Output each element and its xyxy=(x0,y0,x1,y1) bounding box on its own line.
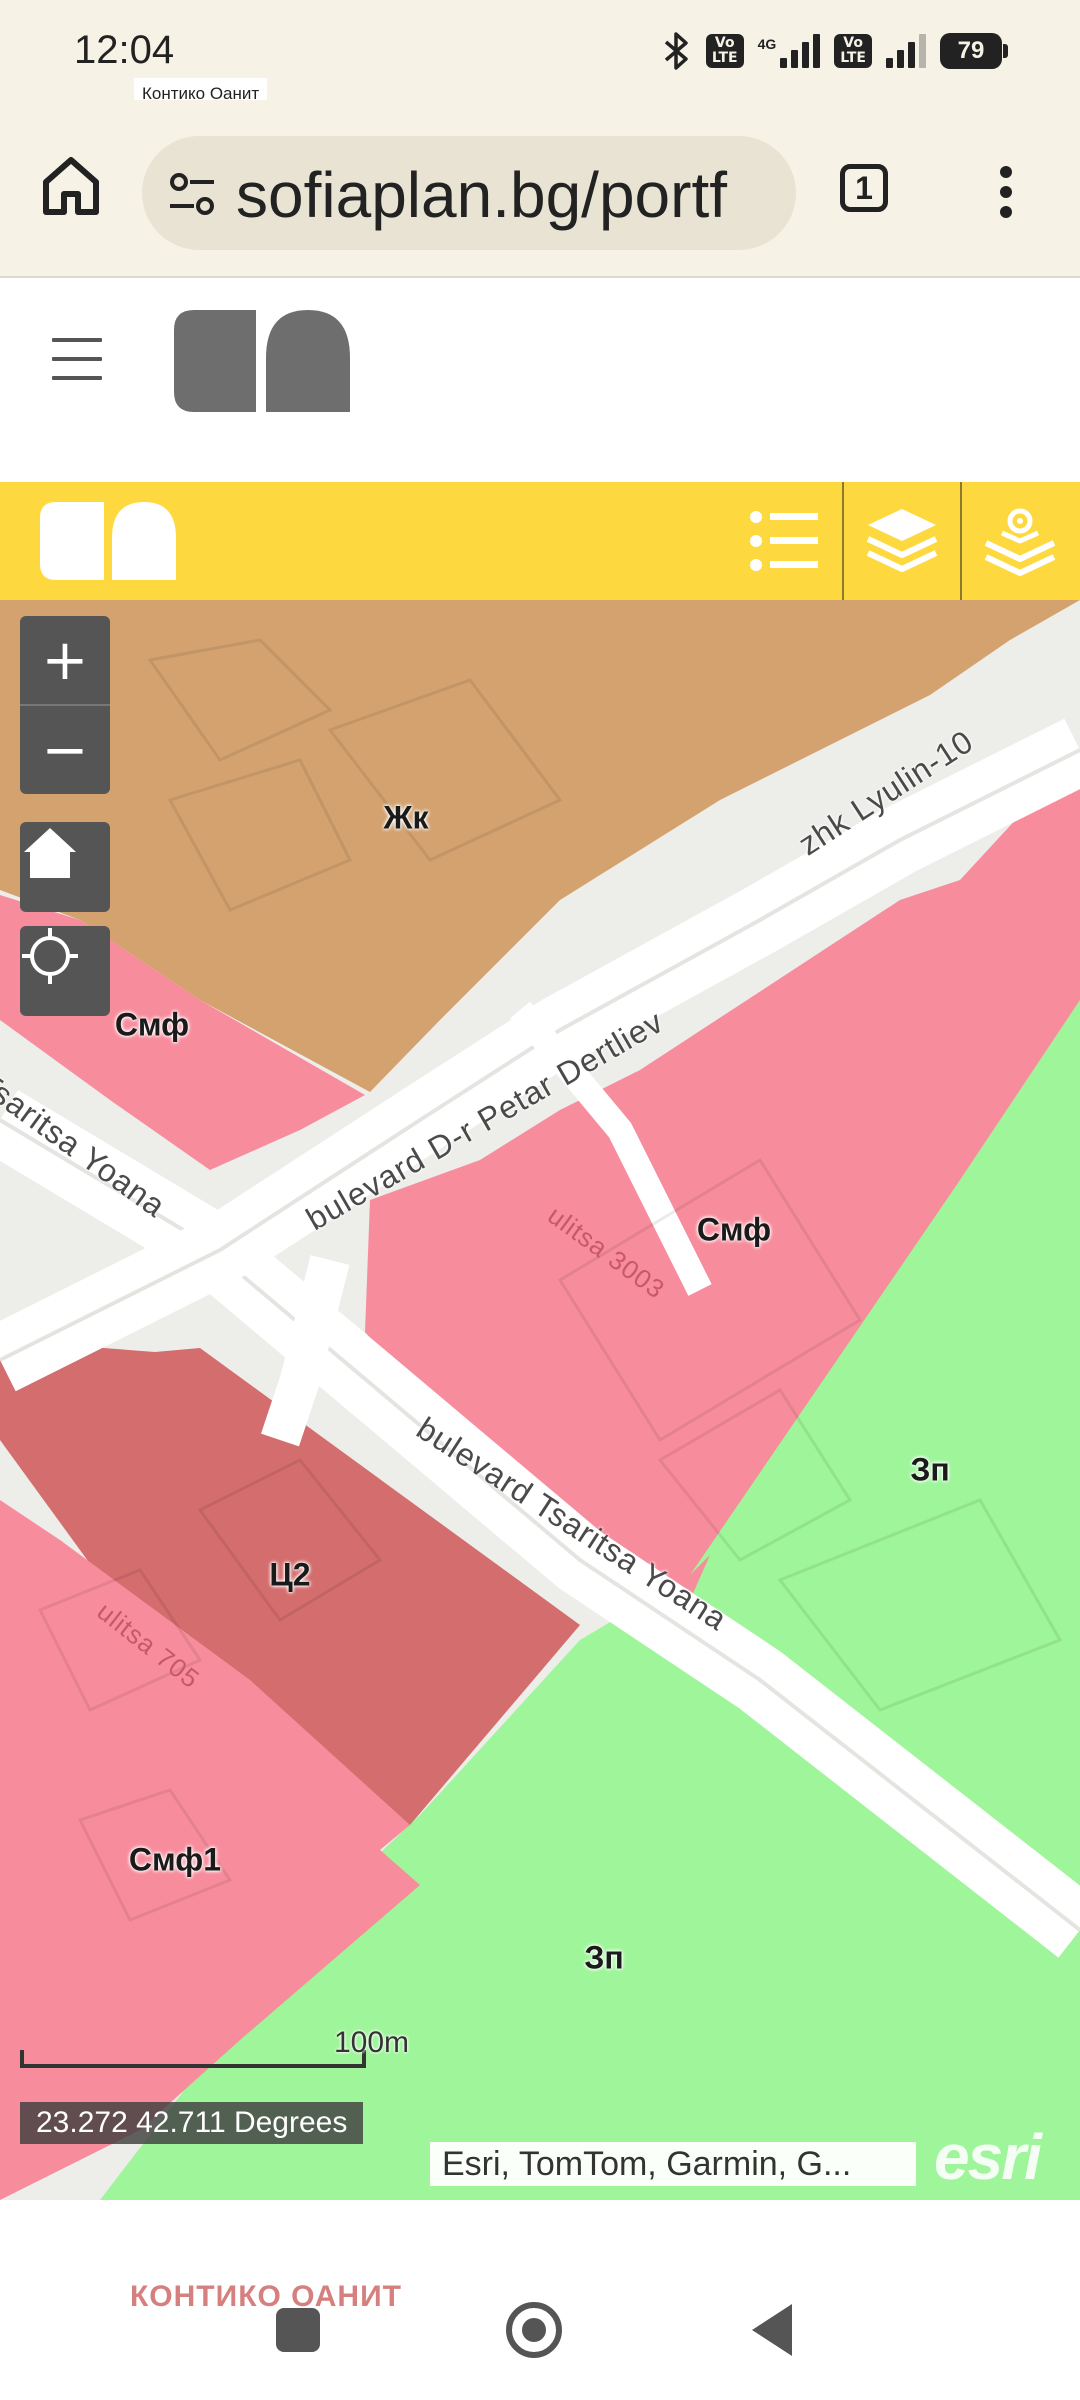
home-icon[interactable] xyxy=(36,150,106,220)
url-text: sofiaplan.bg/portf xyxy=(236,159,727,231)
map-view[interactable]: Жк Смф Смф Ц2 Смф1 Зп Зп zhk Lyulin-10 b… xyxy=(0,600,1080,2200)
zone-label[interactable]: Жк xyxy=(384,800,429,837)
map-toolbar xyxy=(0,482,1080,600)
bluetooth-icon xyxy=(664,32,688,70)
map-attribution[interactable]: Esri, TomTom, Garmin, G... xyxy=(430,2142,916,2186)
sofiaplan-logo-white xyxy=(40,502,176,580)
layer-settings-button[interactable] xyxy=(962,482,1078,600)
home-nav-icon[interactable] xyxy=(506,2302,562,2358)
zone-label[interactable]: Ц2 xyxy=(269,1557,310,1594)
browser-toolbar: sofiaplan.bg/portf 1 xyxy=(0,100,1080,278)
legend-button[interactable] xyxy=(726,482,842,600)
zoom-out-button[interactable]: − xyxy=(20,706,110,794)
battery-level: 79 xyxy=(957,37,985,64)
volte-badge-1: Vo LTE xyxy=(705,34,744,68)
zone-label[interactable]: Смф1 xyxy=(129,1842,221,1879)
hamburger-menu-icon[interactable] xyxy=(52,338,102,388)
site-header xyxy=(0,278,1080,480)
scale-label: 100m xyxy=(334,2026,410,2059)
signal-2-icon xyxy=(886,34,926,68)
list-icon xyxy=(750,511,818,571)
network-type: 4G xyxy=(757,36,777,52)
signal-1: 4G xyxy=(758,34,821,68)
footer-text: КОНТИКО ОАНИТ xyxy=(130,2280,402,2313)
layer-settings-icon xyxy=(984,508,1056,576)
address-bar[interactable]: sofiaplan.bg/portf xyxy=(142,136,796,250)
zone-label[interactable]: Зп xyxy=(910,1452,949,1489)
map-canvas xyxy=(0,600,1080,2200)
battery-icon: 79 xyxy=(940,33,1008,69)
home-extent-button[interactable] xyxy=(20,822,110,912)
esri-logo: esri xyxy=(934,2121,1042,2193)
crosshair-icon xyxy=(22,928,78,984)
volte-badge-2: Vo LTE xyxy=(834,34,872,68)
tab-switcher-button[interactable]: 1 xyxy=(840,164,888,212)
back-nav-icon[interactable] xyxy=(752,2304,792,2356)
layers-icon xyxy=(866,509,938,572)
coordinates-readout: 23.272 42.711 Degrees xyxy=(20,2102,364,2144)
zoom-control: + − xyxy=(20,616,110,794)
more-options-icon[interactable] xyxy=(986,162,1026,222)
scale-bar xyxy=(20,2050,366,2068)
layers-button[interactable] xyxy=(844,482,960,600)
home-icon xyxy=(24,828,76,878)
sofiaplan-logo[interactable] xyxy=(174,308,350,412)
status-icons: Vo LTE 4G Vo LTE 79 xyxy=(662,26,1008,76)
bottom-area: КОНТИКО ОАНИТ xyxy=(0,2200,1080,2400)
status-time: 12:04 xyxy=(74,28,175,72)
locate-button[interactable] xyxy=(20,926,110,1016)
zoom-in-button[interactable]: + xyxy=(20,616,110,706)
recents-nav-icon[interactable] xyxy=(276,2308,320,2352)
zone-label[interactable]: Смф xyxy=(697,1212,771,1249)
zone-label[interactable]: Зп xyxy=(584,1940,623,1977)
site-settings-icon[interactable] xyxy=(164,166,220,222)
zone-label[interactable]: Смф xyxy=(115,1007,189,1044)
